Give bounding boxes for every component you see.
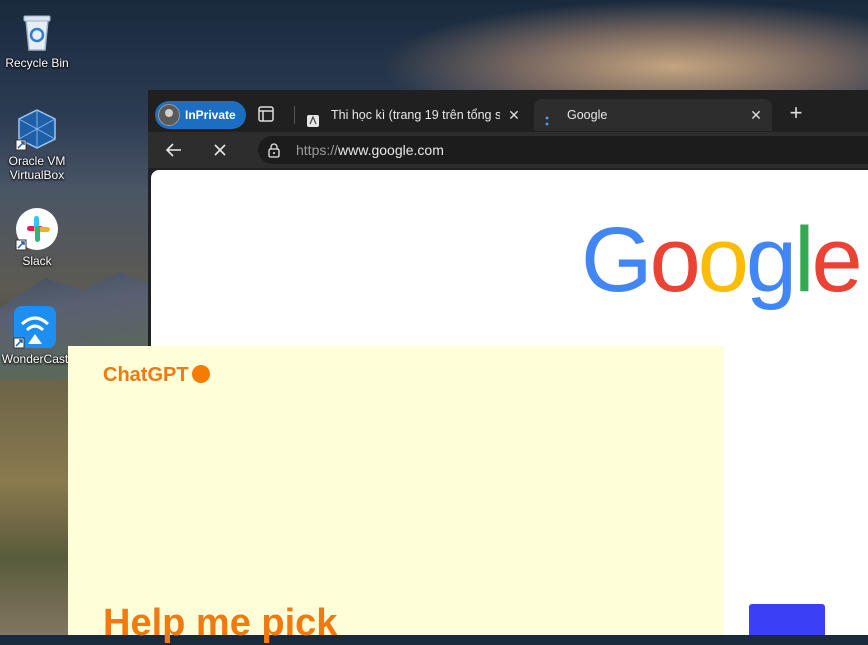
tab-exam[interactable]: Thi học kì (trang 19 trên tổng số ✕: [298, 99, 530, 131]
lock-icon: [266, 142, 282, 158]
desktop-icon-recycle-bin[interactable]: Recycle Bin: [0, 8, 74, 70]
google-logo-letter: g: [745, 209, 797, 311]
profile-avatar-icon: [158, 104, 180, 126]
virtualbox-icon: [14, 106, 60, 152]
desktop-icon-label: Slack: [22, 254, 52, 268]
document-icon: [306, 108, 320, 127]
desktop-icon-wondercast[interactable]: WonderCast: [0, 304, 70, 366]
chatgpt-heading: Help me pick: [103, 602, 338, 644]
desktop-wallpaper-glow: [380, 0, 868, 95]
inprivate-profile-button[interactable]: InPrivate: [155, 101, 246, 129]
tab-bar: InPrivate Thi học kì (trang 19 trên tổng…: [148, 90, 868, 138]
slack-icon: [14, 206, 60, 252]
loading-icon: [542, 108, 556, 126]
chatgpt-brand[interactable]: ChatGPT: [103, 364, 210, 387]
google-logo-letter: o: [697, 209, 749, 311]
close-icon: [214, 144, 226, 156]
desktop-icon-virtualbox[interactable]: Oracle VM VirtualBox: [0, 106, 74, 182]
new-tab-button[interactable]: +: [784, 102, 808, 126]
tab-actions-icon[interactable]: [256, 104, 276, 124]
browser-toolbar: https://www.google.com: [148, 132, 868, 168]
google-logo-letter: G: [581, 209, 653, 311]
url-scheme: https://: [296, 142, 339, 158]
recycle-bin-icon: [14, 8, 60, 54]
address-url: https://www.google.com: [296, 136, 444, 164]
desktop-icon-slack[interactable]: Slack: [0, 206, 74, 268]
google-logo[interactable]: Google: [581, 214, 863, 306]
tab-close-button[interactable]: ✕: [506, 99, 522, 131]
brand-dot-icon: [191, 365, 210, 383]
tab-title: Google: [567, 108, 608, 122]
google-logo-letter: o: [649, 209, 701, 311]
tab-google[interactable]: Google ✕: [534, 99, 772, 131]
desktop-icon-label: Recycle Bin: [5, 56, 69, 70]
tab-separator: [294, 106, 295, 124]
tab-close-button[interactable]: ✕: [748, 99, 764, 131]
google-logo-letter: e: [811, 209, 863, 311]
chatgpt-panel: ChatGPT Help me pick: [68, 346, 724, 644]
desktop-icon-label: WonderCast: [1, 352, 69, 366]
stop-loading-button[interactable]: [208, 138, 232, 162]
wondercast-icon: [12, 304, 58, 350]
inprivate-label: InPrivate: [185, 108, 236, 122]
address-bar[interactable]: https://www.google.com: [258, 136, 868, 164]
google-search-button-partial[interactable]: [749, 604, 825, 635]
back-arrow-icon: [165, 143, 181, 157]
desktop-icon-label: Oracle VM VirtualBox: [8, 154, 66, 182]
back-button[interactable]: [162, 138, 186, 162]
tab-title: Thi học kì (trang 19 trên tổng số: [331, 108, 500, 122]
chatgpt-brand-label: ChatGPT: [103, 364, 189, 386]
url-host: www.google.com: [338, 142, 444, 158]
google-logo-letter: l: [794, 209, 815, 311]
